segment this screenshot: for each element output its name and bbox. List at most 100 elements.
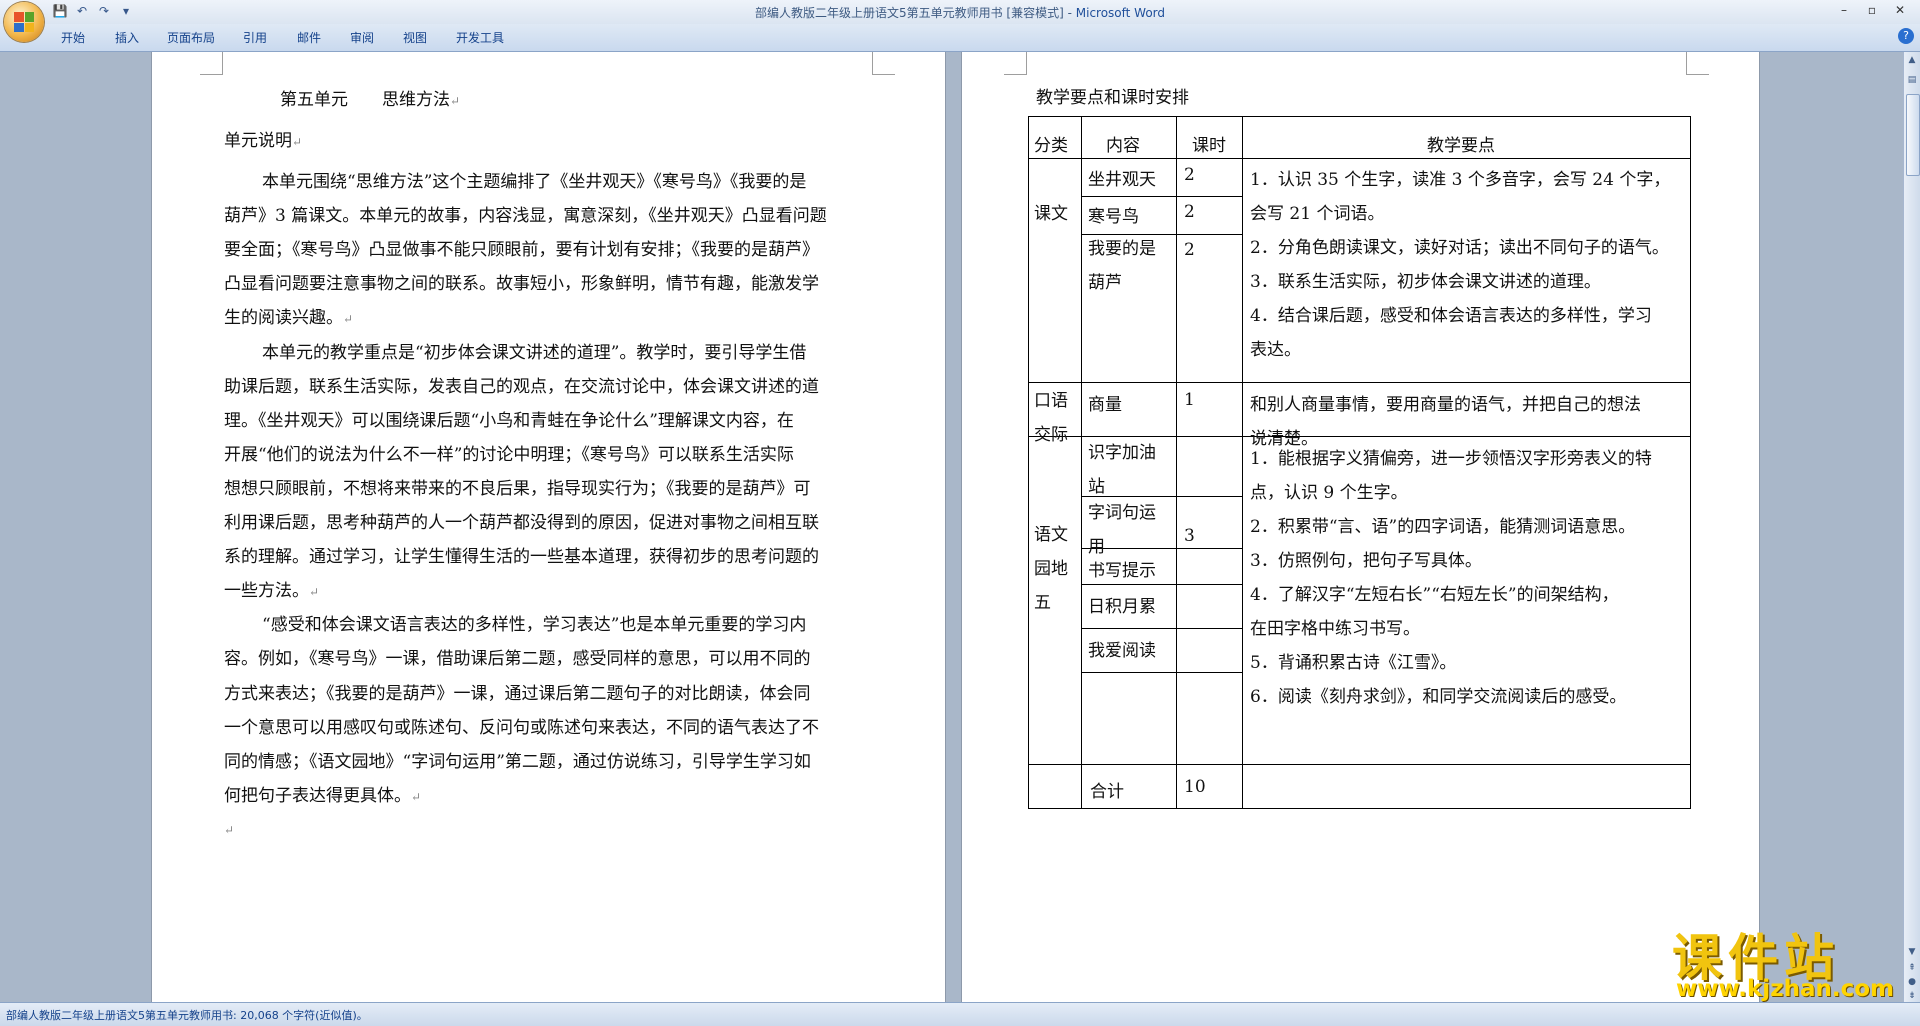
table-border	[1081, 584, 1177, 585]
scroll-thumb[interactable]	[1906, 94, 1920, 176]
tab-home[interactable]: 开始	[61, 29, 85, 46]
total-hours: 10	[1184, 777, 1206, 797]
teaching-point-line: 4．了解汉字“左短右长”“右短左长”的间架结构，	[1250, 585, 1619, 605]
unit-title: 第五单元 思维方法↵	[280, 90, 461, 110]
teaching-point-line: 点，认识 9 个生字。	[1250, 483, 1408, 503]
tab-developer[interactable]: 开发工具	[456, 29, 504, 46]
office-logo-icon	[14, 12, 34, 32]
scroll-up-icon[interactable]: ▲	[1906, 54, 1918, 66]
title-bar: 💾 ↶ ↷ ▾ 部编人教版二年级上册语文5第五单元教师用书 [兼容模式] - M…	[0, 0, 1920, 24]
content-cell: 识字加油站	[1088, 443, 1156, 497]
total-label: 合计	[1090, 782, 1124, 802]
table-border	[1176, 234, 1243, 235]
teaching-point-line: 3．仿照例句，把句子写具体。	[1250, 551, 1482, 571]
teaching-point-line: 1．认识 35 个生字，读准 3 个多音字，会写 24 个字，	[1250, 170, 1671, 190]
crop-mark	[872, 52, 895, 75]
content-cell: 寒号鸟	[1088, 207, 1139, 227]
body-text-line: “感受和体会课文语言表达的多样性，学习表达”也是本单元重要的学习内	[262, 615, 807, 635]
category-cell: 语文园地五	[1034, 525, 1068, 613]
body-text-line: 想想只顾眼前，不想将来带来的不良后果，指导现实行为；《我要的是葫芦》可	[224, 479, 811, 499]
body-text-line: 开展“他们的说法为什么不一样”的讨论中明理；《寒号鸟》可以联系生活实际	[224, 445, 794, 465]
teaching-point-line: 1．能根据字义猜偏旁，进一步领悟汉字形旁表义的特	[1250, 449, 1652, 469]
table-border	[1081, 628, 1177, 629]
paragraph-mark: ↵	[309, 585, 320, 599]
body-text-line: 何把句子表达得更具体。↵	[224, 786, 422, 806]
hours-cell: 2	[1184, 165, 1195, 185]
tab-view[interactable]: 视图	[403, 29, 427, 46]
table-border	[1028, 764, 1691, 765]
teaching-point-line: 在田字格中练习书写。	[1250, 619, 1420, 639]
table-border	[1690, 116, 1691, 809]
document-workspace[interactable]: 第五单元 思维方法↵ 单元说明↵ 本单元围绕“思维方法”这个主题编排了《坐井观天》《…	[0, 52, 1904, 1002]
close-button[interactable]: ✕	[1886, 0, 1914, 20]
header-hours: 课时	[1192, 136, 1226, 156]
body-text-line: 利用课后题，思考种葫芦的人一个葫芦都没得到的原因，促进对事物之间相互联	[224, 513, 819, 533]
teaching-point-line: 6．阅读《刻舟求剑》，和同学交流阅读后的感受。	[1250, 687, 1627, 707]
content-cell: 字词句运用	[1088, 503, 1156, 557]
tab-page-layout[interactable]: 页面布局	[167, 29, 215, 46]
table-border	[1028, 116, 1029, 809]
content-cell: 我要的是葫芦	[1088, 239, 1156, 293]
help-icon[interactable]: ?	[1898, 28, 1914, 44]
minimize-button[interactable]: –	[1830, 0, 1858, 20]
body-text-line: 本单元的教学重点是“初步体会课文讲述的道理”。教学时，要引导学生借	[262, 343, 807, 363]
ruler-toggle-icon[interactable]: ▤	[1906, 74, 1918, 86]
office-button[interactable]	[4, 2, 44, 42]
teaching-point-line: 2．分角色朗读课文，读好对话；读出不同句子的语气。	[1250, 238, 1669, 258]
ribbon-tabs: 开始 插入 页面布局 引用 邮件 审阅 视图 开发工具 ?	[0, 24, 1920, 52]
teaching-point-line: 和别人商量事情，要用商量的语气，并把自己的想法	[1250, 395, 1641, 415]
body-text-line: 一个意思可以用感叹句或陈述句、反问句或陈述句来表达，不同的语气表达了不	[224, 718, 819, 738]
maximize-button[interactable]: ▫	[1858, 0, 1886, 20]
vertical-scrollbar[interactable]: ▲ ▤ ▼ ⇞ ● ⇟	[1903, 52, 1920, 1002]
content-cell: 书写提示	[1088, 561, 1156, 581]
teaching-point-line: 5．背诵积累古诗《江雪》。	[1250, 653, 1457, 673]
section-heading: 单元说明↵	[224, 131, 303, 151]
header-content: 内容	[1106, 136, 1140, 156]
table-border	[1176, 196, 1243, 197]
body-text-line: 助课后题，联系生活实际，发表自己的观点，在交流讨论中，体会课文讲述的道	[224, 377, 819, 397]
document-title: 部编人教版二年级上册语文5第五单元教师用书 [兼容模式]	[754, 6, 1064, 20]
teaching-point-line: 表达。	[1250, 340, 1301, 360]
tab-insert[interactable]: 插入	[115, 29, 139, 46]
body-text-line: 凸显看问题要注意事物之间的联系。故事短小，形象鲜明，情节有趣，能激发学	[224, 274, 819, 294]
table-border	[1176, 584, 1243, 585]
table-border	[1176, 116, 1177, 809]
table-border	[1028, 158, 1691, 159]
crop-mark	[1686, 52, 1709, 75]
teaching-point-line: 4．结合课后题，感受和体会语言表达的多样性，学习	[1250, 306, 1652, 326]
window-controls: – ▫ ✕	[1830, 0, 1914, 20]
status-text: 部编人教版二年级上册语文5第五单元教师用书: 20,068 个字符(近似值)。	[6, 1009, 368, 1022]
body-text-line: 本单元围绕“思维方法”这个主题编排了《坐井观天》《寒号鸟》《我要的是	[262, 172, 807, 192]
table-border	[1028, 808, 1691, 809]
table-border	[1176, 672, 1243, 673]
body-text-line: 方式来表达；《我要的是葫芦》一课，通过课后第二题句子的对比朗读，体会同	[224, 684, 811, 704]
paragraph-mark: ↵	[292, 135, 303, 149]
paragraph-mark: ↵	[411, 790, 422, 804]
table-border	[1176, 548, 1243, 549]
status-bar: 部编人教版二年级上册语文5第五单元教师用书: 20,068 个字符(近似值)。	[0, 1002, 1920, 1026]
teaching-point-line: 3．联系生活实际，初步体会课文讲述的道理。	[1250, 272, 1601, 292]
body-text-line: 要全面；《寒号鸟》凸显做事不能只顾眼前，要有计划有安排；《我要的是葫芦》	[224, 240, 819, 260]
page-1[interactable]: 第五单元 思维方法↵ 单元说明↵ 本单元围绕“思维方法”这个主题编排了《坐井观天》《…	[152, 52, 945, 1002]
paragraph-mark: ↵	[224, 823, 235, 837]
tab-references[interactable]: 引用	[243, 29, 267, 46]
table-border	[1176, 628, 1243, 629]
content-cell: 日积月累	[1088, 597, 1156, 617]
window-title: 部编人教版二年级上册语文5第五单元教师用书 [兼容模式] - Microsoft…	[0, 4, 1920, 21]
body-text-line: 一些方法。↵	[224, 581, 320, 601]
table-border	[1242, 116, 1243, 809]
content-cell: 商量	[1088, 395, 1122, 415]
table-heading: 教学要点和课时安排	[1036, 88, 1189, 108]
teaching-point-line: 会写 21 个词语。	[1250, 204, 1385, 224]
crop-mark	[1004, 52, 1027, 75]
category-cell: 课文	[1034, 204, 1068, 224]
body-text-line: 容。例如，《寒号鸟》一课，借助课后第二题，感受同样的意思，可以用不同的	[224, 649, 811, 669]
tab-review[interactable]: 审阅	[350, 29, 374, 46]
watermark-url: www.kjzhan.com	[1676, 976, 1894, 1002]
paragraph-mark: ↵	[450, 94, 461, 108]
table-border	[1081, 672, 1177, 673]
tab-mailings[interactable]: 邮件	[297, 29, 321, 46]
hours-cell: 2	[1184, 202, 1195, 222]
page-2[interactable]: 教学要点和课时安排 分类 内容 课时 教学要点 课文 坐井观天 寒号鸟 我要的是葫芦 2 2 2 1．…	[962, 52, 1759, 1002]
content-cell: 我爱阅读	[1088, 641, 1156, 661]
